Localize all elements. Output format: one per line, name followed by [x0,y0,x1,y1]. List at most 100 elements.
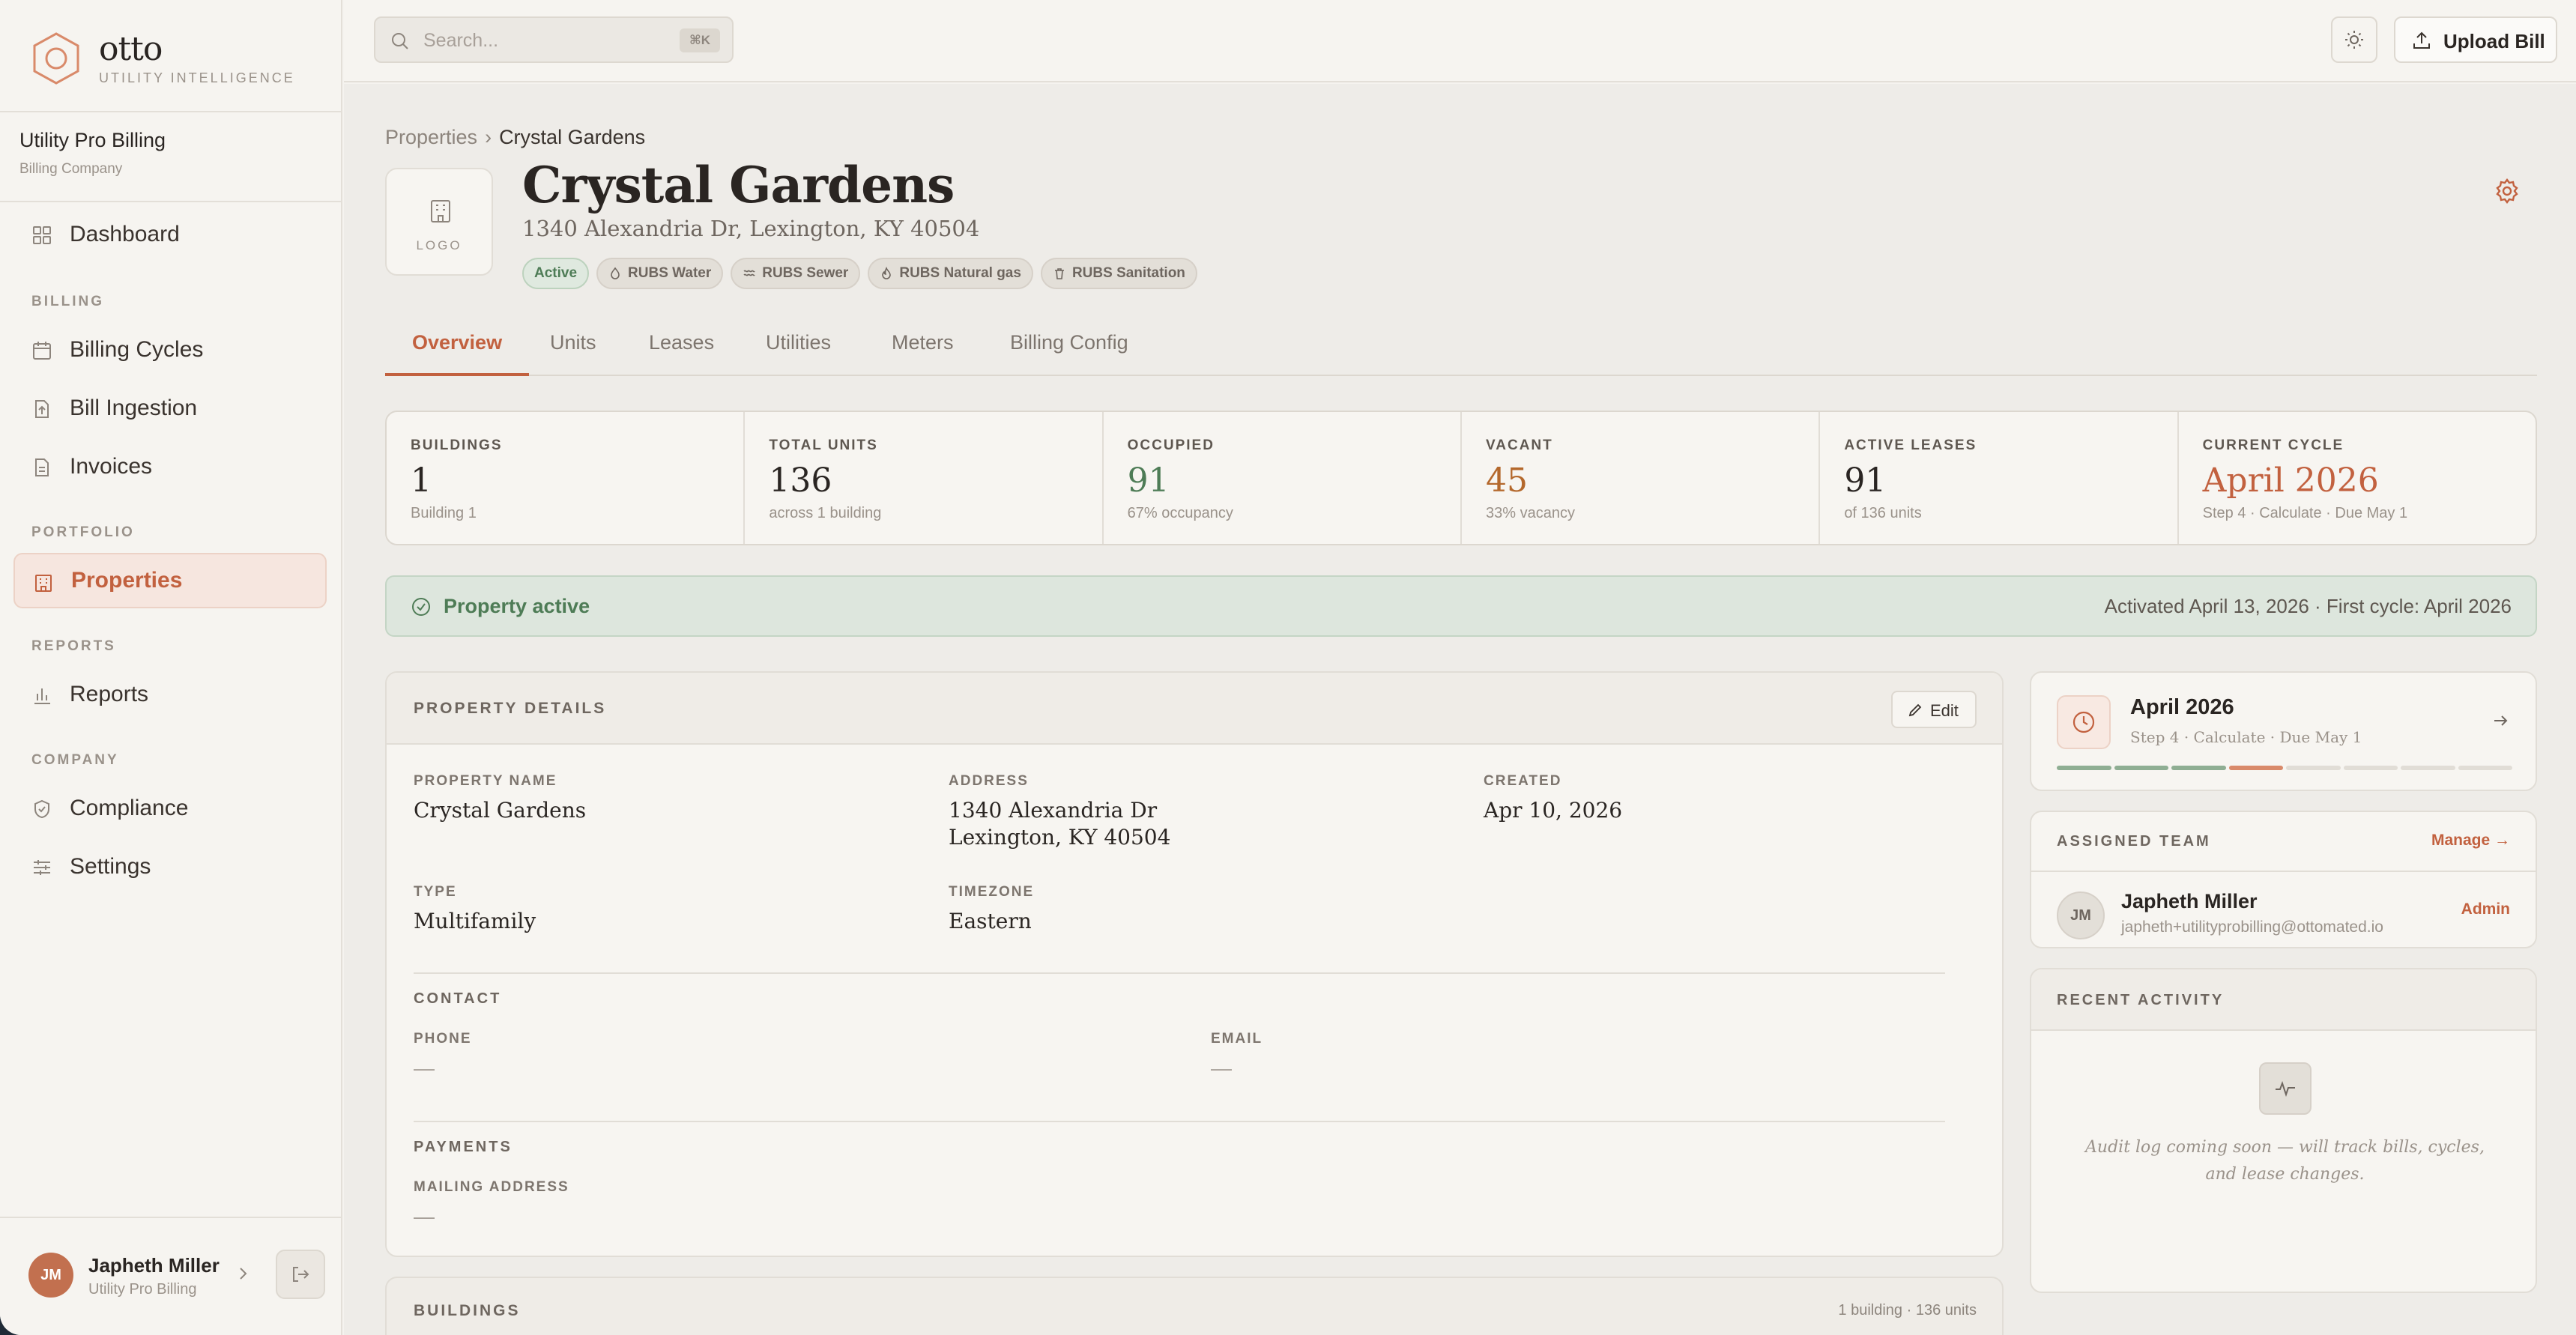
card-title: ASSIGNED TEAM [2057,833,2211,850]
search-icon [392,33,408,49]
tab-utilities[interactable]: Utilities [766,331,831,376]
droplet-icon [611,267,620,279]
brand[interactable]: otto UTILITY INTELLIGENCE [31,28,295,88]
team-member-name: Japheth Miller [2121,890,2258,912]
nav-section-company: COMPANY [31,752,119,768]
check-circle-icon [412,598,430,616]
nav-billing-cycles[interactable]: Billing Cycles [13,322,327,378]
nav-compliance[interactable]: Compliance [13,781,327,836]
utility-badge-sewer: RUBS Sewer [731,258,861,289]
stat-current-cycle[interactable]: CURRENT CYCLE April 2026 Step 4 · Calcul… [2179,412,2536,544]
search-input[interactable]: Search... ⌘K [374,16,734,63]
property-address: 1340 Alexandria Dr, Lexington, KY 40504 [522,216,980,241]
user-avatar: JM [28,1253,73,1298]
badge-label: RUBS Water [628,265,712,281]
status-badge: Active [522,258,590,289]
org-switcher[interactable]: Utility Pro Billing Billing Company [19,129,166,178]
user-org: Utility Pro Billing [88,1281,197,1298]
nav-settings[interactable]: Settings [13,839,327,894]
nav-reports[interactable]: Reports [13,667,327,722]
stat-sub: 33% vacancy [1485,505,1575,521]
search-shortcut: ⌘K [680,28,720,52]
team-member-email: japheth+utilityprobilling@ottomated.io [2121,918,2383,936]
current-cycle-card[interactable]: April 2026 Step 4 · Calculate · Due May … [2030,671,2537,791]
clock-icon [2057,695,2111,749]
org-name: Utility Pro Billing [19,129,166,151]
stat-sub: Building 1 [411,505,477,521]
field-type: Multifamily [414,909,536,933]
stat-label: OCCUPIED [1127,438,1215,453]
manage-team-link[interactable]: Manage → [2431,832,2510,850]
utility-badge-gas: RUBS Natural gas [868,258,1033,289]
org-type: Billing Company [19,161,123,177]
badge-label: RUBS Natural gas [899,265,1021,281]
stat-occupied: OCCUPIED 91 67% occupancy [1104,412,1462,544]
cycle-step-segment [2228,766,2283,770]
edit-button[interactable]: Edit [1891,691,1977,728]
trash-icon [1054,268,1064,279]
tab-meters[interactable]: Meters [892,331,954,376]
field-property-name: Crystal Gardens [414,798,587,823]
field-label: ADDRESS [949,773,1029,789]
breadcrumb-properties-link[interactable]: Properties [385,126,477,148]
field-email: — [1211,1056,1232,1080]
stat-value: 91 [1844,461,1887,500]
tab-units[interactable]: Units [550,331,596,376]
nav-properties[interactable]: Properties [13,553,327,608]
status-badge-label: Active [534,265,578,281]
field-label: EMAIL [1211,1031,1263,1047]
field-label: PHONE [414,1031,472,1047]
edit-label: Edit [1930,701,1959,720]
theme-toggle-button[interactable] [2331,16,2377,63]
breadcrumb: Properties › Crystal Gardens [385,126,645,149]
logout-button[interactable] [276,1250,325,1299]
nav-bill-ingestion-label: Bill Ingestion [70,396,198,420]
tab-leases[interactable]: Leases [649,331,714,376]
nav-bill-ingestion[interactable]: Bill Ingestion [13,381,327,436]
logo-label: LOGO [416,238,462,252]
cycle-step-segment [2343,766,2398,770]
tab-overview[interactable]: Overview [385,331,530,376]
upload-icon [2413,31,2430,49]
field-address-line1: 1340 Alexandria Dr [949,798,1158,823]
activity-empty-text: Audit log coming soon — will track bills… [2085,1138,2485,1184]
calendar-icon [33,342,51,360]
pencil-icon [1908,703,1922,717]
stat-sub: 67% occupancy [1127,505,1233,521]
file-upload-icon [35,400,49,418]
recent-activity-card: RECENT ACTIVITY Audit log coming soon — … [2030,968,2537,1293]
nav-invoices[interactable]: Invoices [13,439,327,494]
nav-dashboard[interactable]: Dashboard [13,207,327,262]
user-menu[interactable]: JM Japheth Miller Utility Pro Billing [28,1250,328,1302]
card-title: PROPERTY DETAILS [414,700,607,717]
breadcrumb-separator: › [485,126,492,148]
section-title-payments: PAYMENTS [414,1139,513,1155]
bar-chart-icon [34,688,50,704]
cycle-title: April 2026 [2130,695,2234,719]
cycle-step-segment [2401,766,2455,770]
logout-icon [293,1267,309,1282]
sidebar: otto UTILITY INTELLIGENCE Utility Pro Bi… [0,0,342,1335]
property-status-banner: Property active Activated April 13, 2026… [385,575,2537,637]
stat-value: 1 [411,461,432,500]
field-mailing-address: — [414,1205,435,1228]
stat-active-leases: ACTIVE LEASES 91 of 136 units [1820,412,2179,544]
assigned-team-card: ASSIGNED TEAM Manage → JM Japheth Miller… [2030,811,2537,948]
card-header: RECENT ACTIVITY [2031,969,2536,1031]
divider [0,1217,342,1218]
property-settings-gear-icon[interactable] [2493,177,2521,205]
buildings-card[interactable]: BUILDINGS 1 building · 136 units [385,1277,2004,1335]
property-logo-placeholder[interactable]: LOGO [385,168,493,276]
stat-label: CURRENT CYCLE [2202,438,2344,453]
stat-label: TOTAL UNITS [769,438,878,453]
badge-label: RUBS Sewer [762,265,849,281]
upload-bill-button[interactable]: Upload Bill [2394,16,2557,63]
flame-icon [882,267,892,279]
tab-billing-config[interactable]: Billing Config [1010,331,1128,376]
brand-tagline: UTILITY INTELLIGENCE [99,70,295,85]
field-phone: — [414,1056,435,1080]
stat-vacant: VACANT 45 33% vacancy [1462,412,1821,544]
field-label: TIMEZONE [949,884,1035,900]
building-icon [35,575,52,592]
utility-badge-water: RUBS Water [596,258,724,289]
